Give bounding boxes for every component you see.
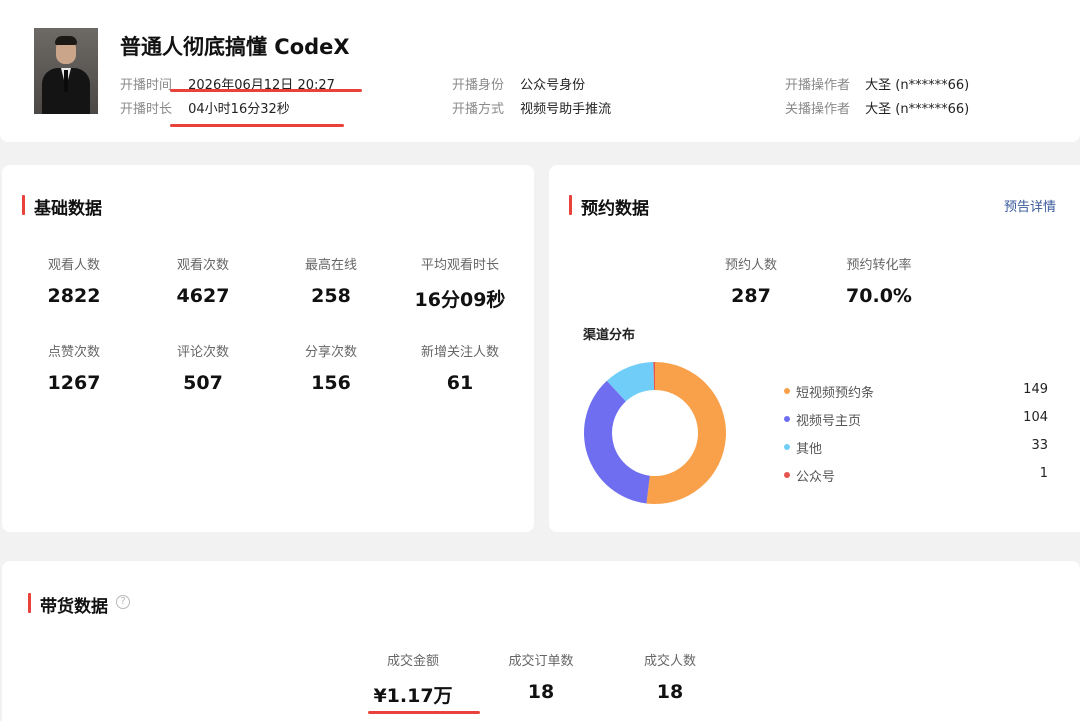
- stat-value: ¥1.17万: [373, 685, 453, 707]
- basic-data-title: 基础数据: [22, 194, 102, 219]
- stat-shares: 分享次数 156: [281, 341, 381, 394]
- legend-label: 公众号: [796, 470, 836, 485]
- channel-donut-chart: [584, 362, 726, 504]
- start-operator-row: 开播操作者 大圣 (n******66): [785, 74, 969, 93]
- legend-dot: [784, 444, 790, 450]
- identity-value: 公众号身份: [520, 78, 586, 93]
- stat-value: 4627: [176, 285, 230, 307]
- stat-value: 507: [183, 372, 223, 394]
- legend-label: 视频号主页: [796, 414, 862, 429]
- stat-value: 18: [527, 681, 555, 703]
- stat-value: 2822: [47, 285, 101, 307]
- start-time-underline: [170, 89, 362, 92]
- legend-value: 1: [1039, 466, 1048, 481]
- sales-data-card: 带货数据 ? 成交金额 ¥1.17万 成交订单数 18 成交人数 18: [2, 561, 1080, 721]
- stat-views: 观看次数 4627: [153, 254, 253, 307]
- legend-dot: [784, 416, 790, 422]
- stat-label: 点赞次数: [47, 345, 100, 360]
- stat-label: 观看次数: [176, 258, 229, 273]
- end-operator-row: 关播操作者 大圣 (n******66): [785, 98, 969, 117]
- stat-value: 287: [731, 285, 771, 307]
- live-title: 普通人彻底搞懂 CodeX: [120, 35, 350, 59]
- stat-label: 评论次数: [176, 345, 229, 360]
- stat-label: 预约转化率: [846, 258, 912, 273]
- legend-label: 其他: [796, 442, 823, 457]
- legend-dot: [784, 472, 790, 478]
- stat-label: 成交人数: [643, 654, 696, 669]
- preview-detail-link[interactable]: 预告详情: [1004, 196, 1056, 215]
- legend-item: 短视频预约条 149: [784, 382, 1048, 401]
- method-row: 开播方式 视频号助手推流: [452, 98, 611, 117]
- stat-buyers: 成交人数 18: [620, 650, 720, 703]
- stat-peak-online: 最高在线 258: [281, 254, 381, 307]
- reservation-data-title: 预约数据: [569, 194, 649, 219]
- legend-label: 短视频预约条: [796, 386, 875, 401]
- live-info-card: 普通人彻底搞懂 CodeX 开播时间 2026年06月12日 20:27 开播时…: [0, 0, 1080, 142]
- channel-distribution-title: 渠道分布: [583, 328, 636, 343]
- stat-label: 预约人数: [724, 258, 777, 273]
- method-value: 视频号助手推流: [520, 102, 612, 117]
- stat-value: 16分09秒: [414, 289, 506, 311]
- legend-value: 33: [1031, 438, 1048, 453]
- legend-value: 149: [1023, 382, 1048, 397]
- stat-likes: 点赞次数 1267: [24, 341, 124, 394]
- duration-row: 开播时长 04小时16分32秒: [120, 98, 290, 117]
- basic-data-card: 基础数据 观看人数 2822 观看次数 4627 最高在线 258 平均观看时长…: [2, 165, 534, 532]
- stat-value: 70.0%: [846, 285, 912, 307]
- stat-value: 156: [311, 372, 351, 394]
- stat-label: 平均观看时长: [420, 258, 499, 273]
- stat-label: 观看人数: [47, 258, 100, 273]
- sales-data-title: 带货数据: [28, 592, 108, 617]
- identity-label: 开播身份: [452, 78, 505, 93]
- stat-label: 最高在线: [304, 258, 357, 273]
- legend-value: 104: [1023, 410, 1048, 425]
- legend-item: 公众号 1: [784, 466, 1048, 485]
- stat-new-followers: 新增关注人数 61: [395, 341, 525, 394]
- duration-underline: [170, 124, 344, 127]
- donut-slice-0: [646, 362, 726, 504]
- stat-avg-watch-time: 平均观看时长 16分09秒: [395, 254, 525, 312]
- identity-row: 开播身份 公众号身份: [452, 74, 585, 93]
- stat-label: 分享次数: [304, 345, 357, 360]
- streamer-avatar: [34, 28, 98, 114]
- legend-dot: [784, 388, 790, 394]
- stat-orders: 成交订单数 18: [491, 650, 591, 703]
- duration-value: 04小时16分32秒: [188, 102, 290, 117]
- end-operator-value: 大圣 (n******66): [865, 102, 970, 117]
- stat-label: 新增关注人数: [420, 345, 499, 360]
- sales-amount-underline: [368, 711, 480, 714]
- duration-label: 开播时长: [120, 102, 173, 117]
- reservation-data-card: 预约数据 预告详情 预约人数 287 预约转化率 70.0% 渠道分布 短视频预…: [549, 165, 1080, 532]
- stat-reservation-conversion: 预约转化率 70.0%: [819, 254, 939, 307]
- question-circle-icon[interactable]: ?: [116, 595, 130, 609]
- stat-value: 258: [311, 285, 351, 307]
- stat-viewers: 观看人数 2822: [24, 254, 124, 307]
- stat-label: 成交金额: [386, 654, 439, 669]
- stat-comments: 评论次数 507: [153, 341, 253, 394]
- stat-value: 1267: [47, 372, 101, 394]
- legend-item: 视频号主页 104: [784, 410, 1048, 429]
- legend-item: 其他 33: [784, 438, 1048, 457]
- stat-sales-amount: 成交金额 ¥1.17万: [363, 650, 463, 708]
- method-label: 开播方式: [452, 102, 505, 117]
- start-operator-value: 大圣 (n******66): [865, 78, 970, 93]
- stat-value: 18: [656, 681, 684, 703]
- stat-label: 成交订单数: [508, 654, 574, 669]
- stat-value: 61: [446, 372, 474, 394]
- end-operator-label: 关播操作者: [785, 102, 851, 117]
- stat-reservations: 预约人数 287: [701, 254, 801, 307]
- start-operator-label: 开播操作者: [785, 78, 851, 93]
- donut-slice-1: [584, 380, 650, 504]
